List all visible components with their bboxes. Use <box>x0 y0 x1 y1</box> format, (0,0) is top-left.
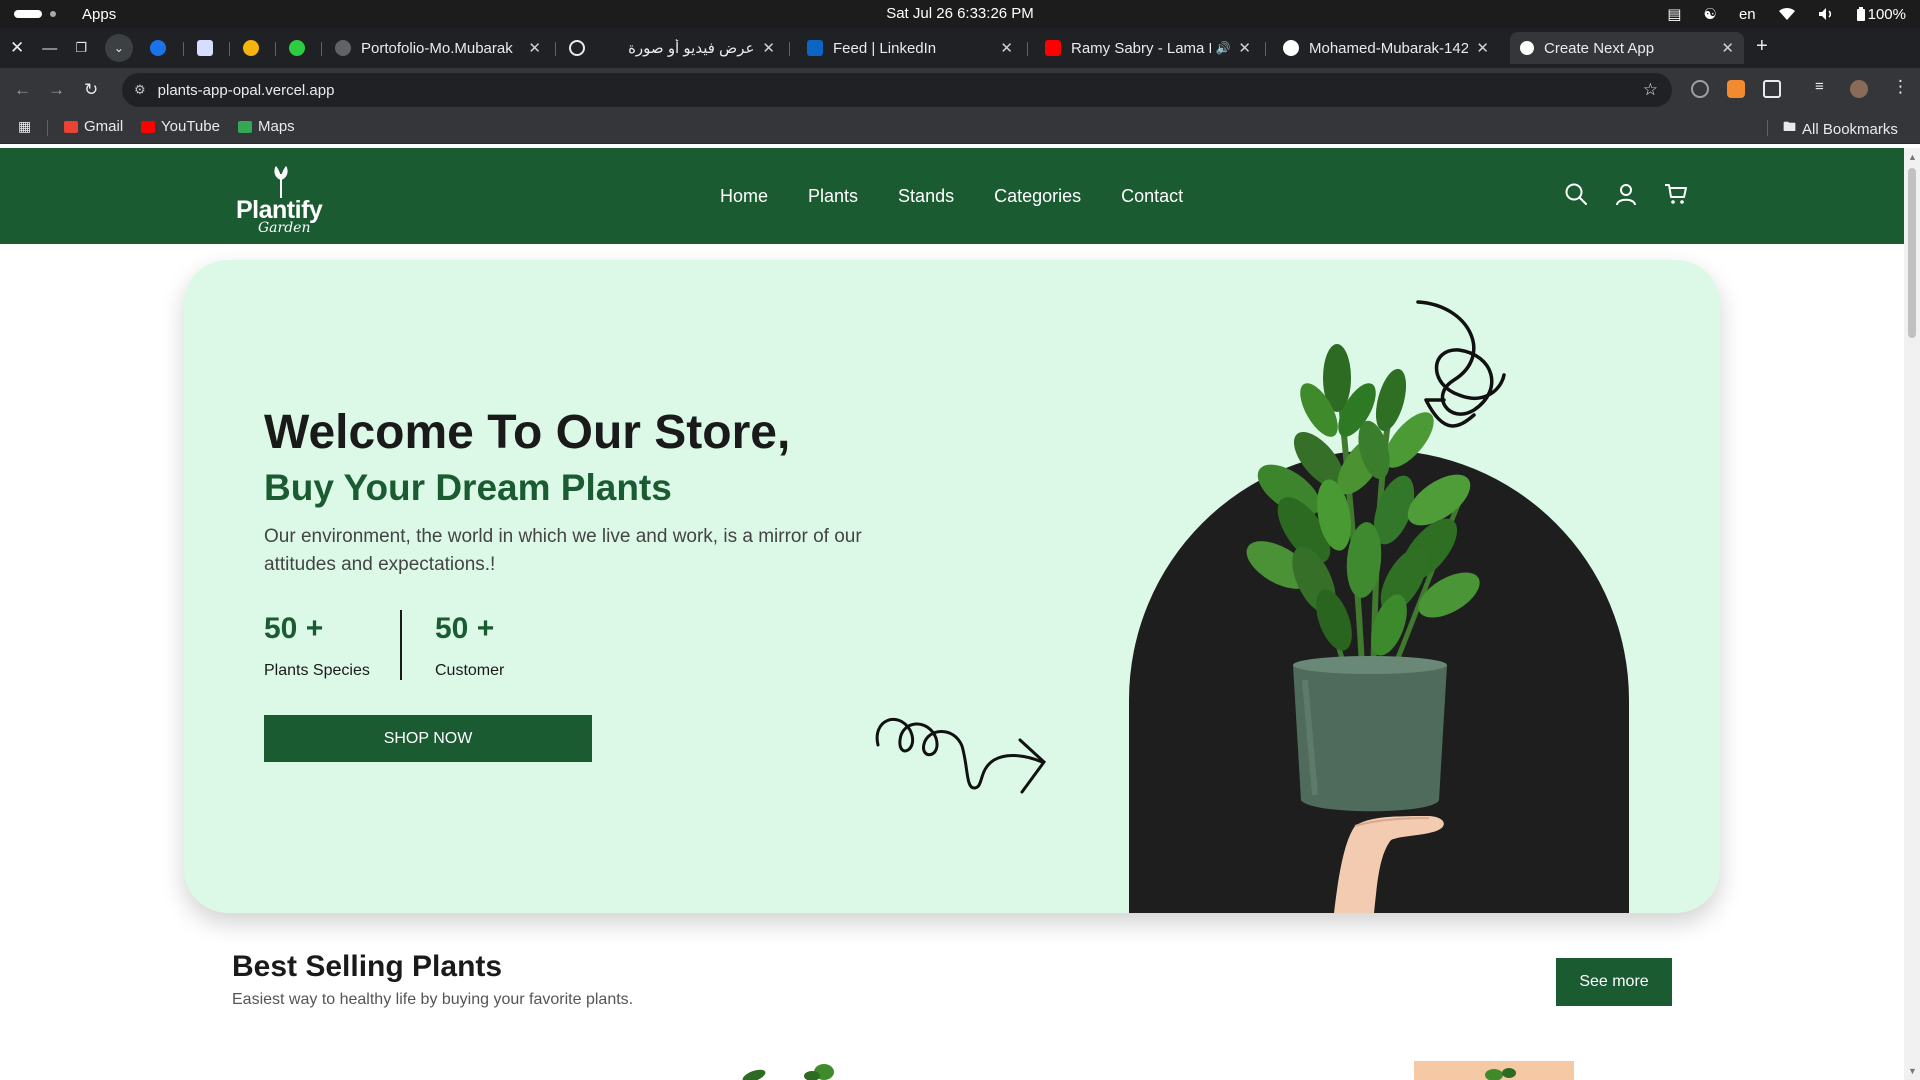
plant-pot <box>1293 656 1447 812</box>
folder-icon: 🖿 <box>1783 119 1797 134</box>
stat-plants-species: 50 + Plants Species <box>264 612 370 679</box>
all-bookmarks[interactable]: 🖿 All Bookmarks <box>1783 118 1898 140</box>
best-selling-subtitle: Easiest way to healthy life by buying yo… <box>232 991 634 1008</box>
product-card-image[interactable] <box>1414 1061 1574 1080</box>
tab-github[interactable]: Mohamed-Mubarak-142 ✕ <box>1273 32 1499 64</box>
reload-icon[interactable]: ↻ <box>84 80 98 100</box>
plant-logo-icon <box>274 166 288 198</box>
clock[interactable]: Sat Jul 26 6:33:26 PM <box>0 5 1920 22</box>
nav-categories[interactable]: Categories <box>994 186 1081 207</box>
hero-section: Welcome To Our Store, Buy Your Dream Pla… <box>184 260 1720 913</box>
window-minimize-icon[interactable]: — <box>42 40 57 57</box>
tab-create-next-app[interactable]: Create Next App ✕ <box>1510 32 1744 64</box>
youtube-icon <box>1045 40 1061 56</box>
tab-close-icon[interactable]: ✕ <box>1000 39 1013 57</box>
user-icon[interactable] <box>1614 182 1638 206</box>
new-tab-icon[interactable]: + <box>1756 35 1768 58</box>
accessibility-icon[interactable]: ☯ <box>1703 5 1716 23</box>
best-selling-title: Best Selling Plants <box>232 950 503 983</box>
tab-close-icon[interactable]: ✕ <box>1238 39 1251 57</box>
nav-stands[interactable]: Stands <box>898 186 954 207</box>
github-icon <box>1283 40 1299 56</box>
volume-icon[interactable] <box>1818 7 1834 21</box>
scroll-thumb[interactable] <box>1908 168 1916 338</box>
tab-close-icon[interactable]: ✕ <box>762 39 775 57</box>
bookmark-youtube[interactable]: YouTube <box>141 118 220 135</box>
hero-title: Welcome To Our Store, <box>264 406 791 459</box>
tab-youtube[interactable]: Ramy Sabry - Lama By 🔊 ✕ <box>1035 32 1261 64</box>
wifi-icon[interactable] <box>1778 7 1796 21</box>
clipboard-icon[interactable]: ▤ <box>1667 5 1681 23</box>
apps-grid-icon[interactable]: ▦ <box>18 118 31 135</box>
browser-toolbar: ← → ↻ ⚙ plants-app-opal.vercel.app ☆ ≡ ⋮ <box>0 68 1920 112</box>
battery-level: 100% <box>1867 5 1906 23</box>
scroll-down-icon[interactable]: ▼ <box>1908 1066 1917 1076</box>
cart-icon[interactable] <box>1664 182 1688 206</box>
linkedin-icon <box>807 40 823 56</box>
address-bar[interactable]: ⚙ plants-app-opal.vercel.app ☆ <box>122 73 1672 107</box>
extension-icon[interactable] <box>1727 80 1745 98</box>
site-info-icon[interactable]: ⚙ <box>134 82 146 98</box>
maps-icon <box>238 120 252 133</box>
main-nav: Home Plants Stands Categories Contact <box>720 148 1183 244</box>
nav-contact[interactable]: Contact <box>1121 186 1183 207</box>
tab-close-icon[interactable]: ✕ <box>1721 39 1734 57</box>
os-top-bar: Apps Sat Jul 26 6:33:26 PM ▤ ☯ en 100% <box>0 0 1920 28</box>
window-restore-icon[interactable]: ❐ <box>75 40 87 56</box>
battery-icon[interactable] <box>1856 6 1866 22</box>
product-plant-image[interactable] <box>736 1062 846 1080</box>
pinned-tab-icon[interactable] <box>197 40 213 56</box>
youtube-icon <box>141 120 155 133</box>
stat-customer: 50 + Customer <box>435 612 505 679</box>
browser-menu-icon[interactable]: ⋮ <box>1892 77 1909 97</box>
browser-tab-strip: ✕ — ❐ ⌄ Portofolio-Mo.Mubarak ✕ عرض فيدي… <box>0 28 1920 68</box>
page-scrollbar[interactable]: ▲ ▼ <box>1904 148 1920 1080</box>
tab-close-icon[interactable]: ✕ <box>528 39 541 57</box>
see-more-button[interactable]: See more <box>1556 958 1672 1006</box>
shop-now-button[interactable]: SHOP NOW <box>264 715 592 762</box>
pinned-tab-icon[interactable] <box>150 40 166 56</box>
language-indicator[interactable]: en <box>1739 6 1756 23</box>
nav-home[interactable]: Home <box>720 186 768 207</box>
hero-subtitle: Buy Your Dream Plants <box>264 467 672 508</box>
nav-plants[interactable]: Plants <box>808 186 858 207</box>
vercel-icon <box>1520 41 1534 55</box>
openai-icon <box>569 40 585 56</box>
extension-icon[interactable] <box>1691 80 1709 98</box>
url-text[interactable]: plants-app-opal.vercel.app <box>158 82 335 99</box>
forward-arrow-icon[interactable]: → <box>48 80 65 100</box>
tab-close-icon[interactable]: ✕ <box>1476 39 1489 57</box>
globe-icon <box>335 40 351 56</box>
bookmarks-bar: ▦ Gmail YouTube Maps 🖿 All Bookmarks <box>0 112 1920 144</box>
media-controls-icon[interactable]: ≡ <box>1815 78 1824 95</box>
decorative-squiggle-arrow-icon <box>875 717 1047 794</box>
audio-playing-icon[interactable]: 🔊 <box>1215 41 1230 55</box>
tab-linkedin[interactable]: Feed | LinkedIn ✕ <box>797 32 1023 64</box>
extensions-puzzle-icon[interactable] <box>1763 80 1781 98</box>
site-header: Plantify Garden Home Plants Stands Categ… <box>0 148 1904 244</box>
site-logo[interactable]: Plantify Garden <box>236 162 326 236</box>
bookmark-gmail[interactable]: Gmail <box>64 118 123 135</box>
tab-portfolio[interactable]: Portofolio-Mo.Mubarak ✕ <box>325 32 551 64</box>
product-plant-image <box>1485 1068 1516 1080</box>
pinned-tab-icon[interactable] <box>243 40 259 56</box>
tab-search-chevron-icon[interactable]: ⌄ <box>104 34 133 62</box>
tab-video-image[interactable]: عرض فيديو أو صورة ✕ <box>559 32 785 64</box>
bookmark-maps[interactable]: Maps <box>238 118 295 135</box>
hero-description: Our environment, the world in which we l… <box>264 526 862 575</box>
bookmark-star-icon[interactable]: ☆ <box>1643 80 1658 100</box>
decorative-loop-arrow-icon <box>1416 300 1506 416</box>
search-icon[interactable] <box>1564 182 1588 206</box>
pinned-tab-icon[interactable] <box>289 40 305 56</box>
gmail-icon <box>64 120 78 133</box>
profile-avatar-icon[interactable] <box>1850 80 1868 98</box>
hero-plant-illustration <box>1129 300 1629 913</box>
scroll-up-icon[interactable]: ▲ <box>1908 152 1917 162</box>
stat-divider <box>400 610 402 680</box>
window-close-icon[interactable]: ✕ <box>10 38 24 58</box>
back-arrow-icon[interactable]: ← <box>14 80 31 100</box>
